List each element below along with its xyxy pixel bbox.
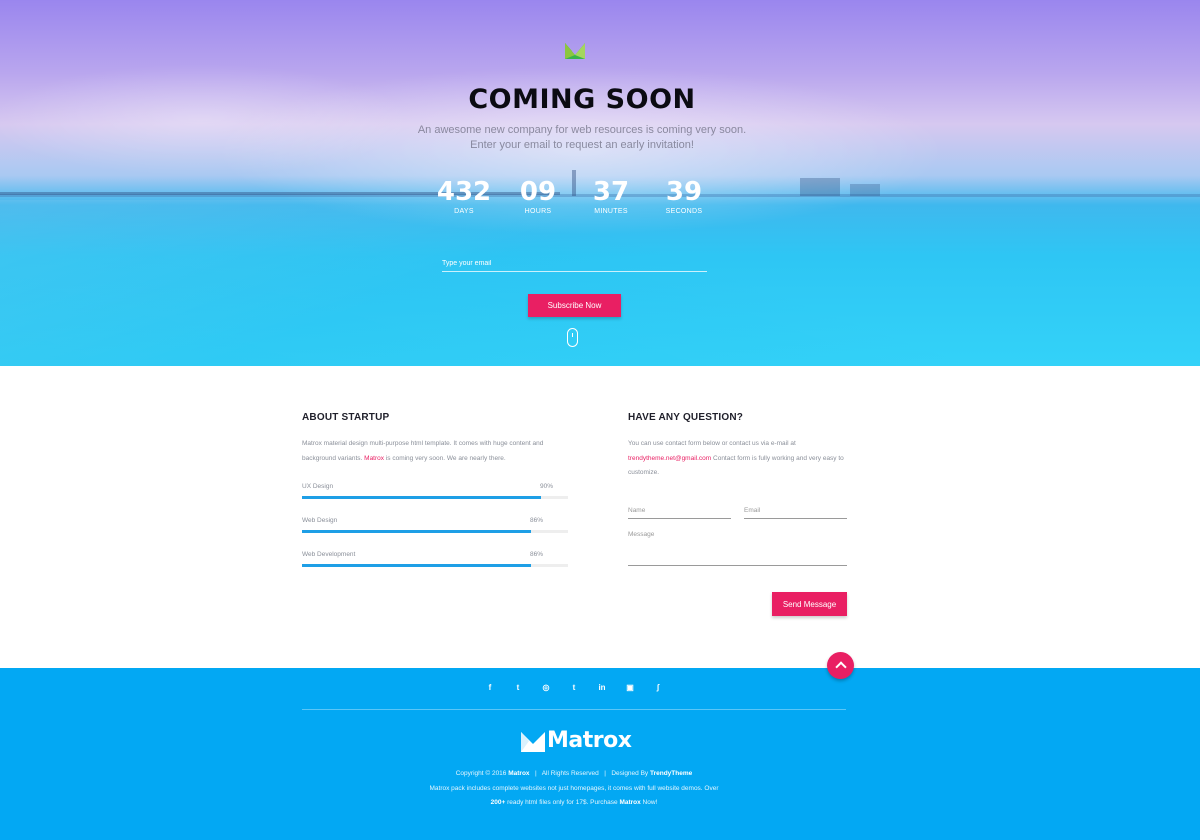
contact-email-link[interactable]: trendytheme.net@gmail.com xyxy=(628,455,711,462)
message-field xyxy=(628,531,847,566)
hero-subtitle: An awesome new company for web resources… xyxy=(410,123,754,153)
about-brand-link[interactable]: Matrox xyxy=(364,455,384,462)
page-title: COMING SOON xyxy=(468,84,696,115)
footer: f t ◎ t in ▣ ʃ Matrox Copyright © 2016 M… xyxy=(0,668,1200,840)
countdown-hours-label: HOURS xyxy=(524,208,552,215)
skill-progress-track xyxy=(302,564,568,567)
skill-ux-design: UX Design 90% xyxy=(302,483,568,503)
skill-web-development: Web Development 86% xyxy=(302,551,568,571)
email-field xyxy=(744,499,847,520)
instagram-icon[interactable]: ▣ xyxy=(624,682,636,694)
skill-label: Web Design xyxy=(302,517,338,524)
countdown-hours: 09 HOURS xyxy=(500,176,576,215)
countdown-hours-value: 09 xyxy=(519,177,557,207)
name-input[interactable] xyxy=(628,501,731,520)
footer-logo[interactable]: Matrox xyxy=(521,728,632,754)
city-silhouette xyxy=(800,178,840,196)
skill-percent: 86% xyxy=(530,517,544,524)
purchase-link[interactable]: Matrox xyxy=(619,799,640,806)
about-text-part: is coming very soon. We are nearly there… xyxy=(384,454,506,462)
content-section: ABOUT STARTUP Matrox material design mul… xyxy=(0,366,1200,668)
copyright-part: Copyright © 2016 xyxy=(455,770,509,777)
message-textarea[interactable] xyxy=(628,531,847,565)
contact-title: HAVE ANY QUESTION? xyxy=(628,412,744,423)
facebook-icon[interactable]: f xyxy=(484,682,496,694)
linkedin-icon[interactable]: in xyxy=(596,682,608,694)
skill-progress-track xyxy=(302,496,568,499)
email-input[interactable] xyxy=(744,501,847,520)
countdown-minutes-value: 37 xyxy=(592,177,630,207)
name-field xyxy=(628,499,731,520)
rss-icon[interactable]: ʃ xyxy=(652,682,664,694)
skill-percent: 90% xyxy=(540,483,554,490)
twitter-icon[interactable]: t xyxy=(512,682,524,694)
countdown-minutes: 37 MINUTES xyxy=(573,176,649,215)
countdown-seconds-label: SECONDS xyxy=(665,208,703,215)
footer-logo-text: Matrox xyxy=(547,728,632,753)
pack-info-line: 200+ ready html files only for 17$. Purc… xyxy=(300,796,848,811)
countdown-days-label: DAYS xyxy=(454,208,474,215)
contact-text-part: You can use contact form below or contac… xyxy=(628,440,796,447)
send-message-button[interactable]: Send Message xyxy=(772,592,847,616)
skill-web-design: Web Design 86% xyxy=(302,517,568,537)
skill-progress-track xyxy=(302,530,568,533)
countdown-days-value: 432 xyxy=(436,177,492,207)
pack-part: ready html files only for 17$. Purchase xyxy=(505,799,620,806)
hero-subtitle-line: An awesome new company for web resources… xyxy=(417,124,747,136)
matrox-logo-icon xyxy=(521,732,545,752)
about-title: ABOUT STARTUP xyxy=(302,412,390,423)
copyright-brand: Matrox xyxy=(508,770,530,777)
scroll-down-mouse-icon[interactable] xyxy=(567,328,578,347)
hero-section: COMING SOON An awesome new company for w… xyxy=(0,0,1200,366)
countdown-days: 432 DAYS xyxy=(426,176,502,215)
scroll-to-top-button[interactable] xyxy=(827,652,854,679)
contact-text: You can use contact form below or contac… xyxy=(628,437,850,481)
skill-progress-fill xyxy=(302,564,531,567)
hero-background-water xyxy=(0,200,1200,366)
subscribe-button[interactable]: Subscribe Now xyxy=(528,294,621,317)
subscribe-email-field xyxy=(442,252,707,273)
skill-progress-fill xyxy=(302,530,531,533)
countdown-minutes-label: MINUTES xyxy=(594,208,628,215)
countdown-timer: 432 DAYS 09 HOURS 37 MINUTES 39 SECONDS xyxy=(414,176,748,220)
about-text: Matrox material design multi-purpose htm… xyxy=(302,437,568,466)
countdown-seconds-value: 39 xyxy=(665,177,703,207)
logo-icon[interactable] xyxy=(565,41,585,59)
skill-label: UX Design xyxy=(302,483,334,490)
pack-info-line: Matrox pack includes complete websites n… xyxy=(429,785,719,792)
countdown-seconds: 39 SECONDS xyxy=(646,176,722,215)
hero-subtitle-line: Enter your email to request an early inv… xyxy=(470,139,694,151)
dribbble-icon[interactable]: ◎ xyxy=(540,682,552,694)
skill-progress-fill xyxy=(302,496,542,499)
skill-label: Web Development xyxy=(302,551,356,558)
skill-percent: 86% xyxy=(530,551,544,558)
copyright-part: | All Rights Reserved | Designed By xyxy=(529,770,650,777)
pack-count: 200+ xyxy=(490,799,506,806)
copyright-text: Copyright © 2016 Matrox | All Rights Res… xyxy=(300,767,848,782)
tumblr-icon[interactable]: t xyxy=(568,682,580,694)
footer-divider xyxy=(302,709,846,710)
city-silhouette xyxy=(850,184,880,196)
designer-link[interactable]: TrendyTheme xyxy=(650,770,692,777)
subscribe-email-input[interactable] xyxy=(442,254,707,273)
pack-part: Now! xyxy=(640,799,658,806)
